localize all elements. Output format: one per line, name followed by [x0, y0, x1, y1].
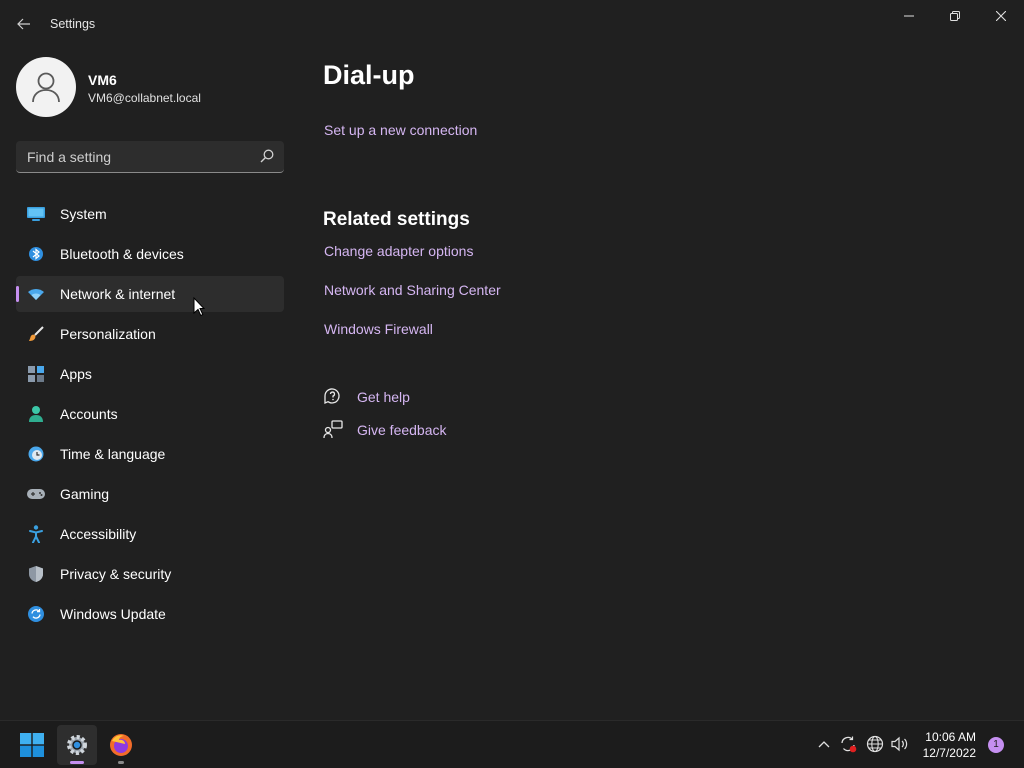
- person-icon: [32, 72, 60, 103]
- sync-error-icon: [841, 736, 857, 753]
- wifi-icon: [27, 286, 45, 302]
- sidebar-item-windows-update[interactable]: Windows Update: [16, 596, 284, 632]
- minimize-button[interactable]: [886, 0, 932, 32]
- sidebar-item-label: Accounts: [60, 406, 118, 422]
- restore-icon: [950, 11, 960, 21]
- notification-badge[interactable]: 1: [988, 737, 1004, 753]
- user-email: VM6@collabnet.local: [88, 91, 201, 105]
- avatar[interactable]: [16, 57, 76, 117]
- get-help-link[interactable]: Get help: [357, 389, 410, 405]
- clock-date[interactable]: 12/7/2022: [912, 746, 976, 760]
- sidebar-item-system[interactable]: System: [16, 196, 284, 232]
- apps-icon: [27, 366, 45, 382]
- show-hidden-icons-button[interactable]: [815, 735, 833, 753]
- maximize-button[interactable]: [932, 0, 978, 32]
- windows-firewall-link[interactable]: Windows Firewall: [324, 321, 433, 337]
- clock-time[interactable]: 10:06 AM: [912, 730, 976, 744]
- gamepad-icon: [27, 486, 45, 502]
- active-indicator: [16, 286, 19, 302]
- get-help-icon: [324, 388, 340, 404]
- chevron-up-icon: [818, 741, 830, 748]
- firefox-icon: [110, 734, 132, 756]
- network-sharing-center-link[interactable]: Network and Sharing Center: [324, 282, 501, 298]
- monitor-icon: [27, 206, 45, 222]
- close-button[interactable]: [978, 0, 1024, 32]
- sidebar-item-network[interactable]: Network & internet: [16, 276, 284, 312]
- sidebar-item-apps[interactable]: Apps: [16, 356, 284, 392]
- sidebar-item-privacy[interactable]: Privacy & security: [16, 556, 284, 592]
- sidebar-item-label: Bluetooth & devices: [60, 246, 184, 262]
- shield-icon: [27, 566, 45, 582]
- sidebar-item-label: Network & internet: [60, 286, 176, 302]
- firefox-app-button[interactable]: [101, 725, 141, 765]
- person-icon: [27, 406, 45, 422]
- search-icon[interactable]: [260, 149, 274, 163]
- related-settings-heading: Related settings: [323, 209, 470, 230]
- update-icon: [27, 606, 45, 622]
- page-title: Dial-up: [323, 60, 415, 90]
- accessibility-icon: [27, 525, 45, 543]
- give-feedback-icon: [323, 420, 343, 439]
- sidebar-item-label: Privacy & security: [60, 566, 172, 582]
- volume-button[interactable]: [891, 735, 909, 753]
- windows-logo-icon: [20, 733, 44, 757]
- title-bar: Settings: [0, 0, 1024, 48]
- sidebar-item-accounts[interactable]: Accounts: [16, 396, 284, 432]
- sidebar-item-time-language[interactable]: Time & language: [16, 436, 284, 472]
- network-status-button[interactable]: [866, 735, 884, 753]
- user-name: VM6: [88, 72, 117, 88]
- start-button[interactable]: [12, 725, 52, 765]
- close-icon: [996, 11, 1006, 21]
- mouse-cursor: [193, 297, 205, 317]
- sidebar-item-label: Gaming: [60, 486, 110, 502]
- sidebar-item-accessibility[interactable]: Accessibility: [16, 516, 284, 552]
- minimize-icon: [904, 15, 914, 17]
- sidebar-item-label: Windows Update: [60, 606, 166, 622]
- give-feedback-link[interactable]: Give feedback: [357, 422, 447, 438]
- sidebar-item-gaming[interactable]: Gaming: [16, 476, 284, 512]
- sidebar-item-label: Time & language: [60, 446, 166, 462]
- app-title: Settings: [50, 17, 96, 31]
- sidebar-item-personalization[interactable]: Personalization: [16, 316, 284, 352]
- search-placeholder: Find a setting: [27, 149, 112, 165]
- brush-icon: [27, 326, 45, 342]
- running-app-indicator: [118, 761, 124, 764]
- sidebar-item-label: Apps: [60, 366, 92, 382]
- clock-globe-icon: [27, 446, 45, 462]
- setup-connection-link[interactable]: Set up a new connection: [324, 122, 477, 138]
- taskbar: 10:06 AM 12/7/2022 1: [0, 720, 1024, 768]
- sidebar-item-label: Accessibility: [60, 526, 137, 542]
- sidebar-item-label: System: [60, 206, 107, 222]
- speaker-icon: [891, 736, 908, 752]
- sync-status-button[interactable]: [839, 735, 857, 753]
- change-adapter-options-link[interactable]: Change adapter options: [324, 243, 473, 259]
- back-arrow-icon: [17, 18, 30, 30]
- globe-icon: [866, 735, 884, 753]
- sidebar-item-label: Personalization: [60, 326, 156, 342]
- settings-app-button[interactable]: [57, 725, 97, 765]
- gear-icon: [67, 735, 87, 755]
- back-button[interactable]: [10, 10, 38, 38]
- active-app-indicator: [70, 761, 84, 764]
- sidebar-item-bluetooth[interactable]: Bluetooth & devices: [16, 236, 284, 272]
- search-input[interactable]: Find a setting: [16, 141, 284, 173]
- bluetooth-icon: [27, 246, 45, 262]
